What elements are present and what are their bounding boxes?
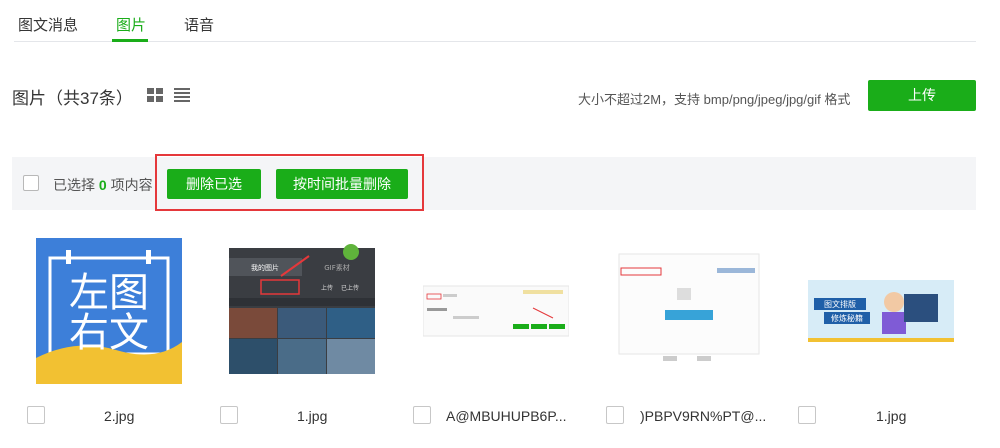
thumb-banner-line2: 修炼秘籍 xyxy=(831,313,863,323)
image-filename: )PBPV9RN%PT@... xyxy=(640,408,767,424)
batch-delete-by-time-button[interactable]: 按时间批量删除 xyxy=(276,169,408,199)
thumb-banner-line1: 图文排版 xyxy=(824,299,856,309)
image-thumbnail[interactable]: 左图 右文 xyxy=(36,238,182,384)
image-checkbox[interactable] xyxy=(27,406,45,424)
thumb-title-line2: 右文 xyxy=(69,310,149,356)
selected-count: 0 xyxy=(98,177,107,193)
image-filename: 1.jpg xyxy=(876,408,907,424)
page-title: 图片（共37条） xyxy=(12,89,133,108)
tab-voice[interactable]: 语音 xyxy=(184,14,214,35)
image-thumbnail[interactable]: 我的图片 GIF素材 上传 已上传 xyxy=(229,238,375,384)
upload-button[interactable]: 上传 xyxy=(868,80,976,111)
thumb-action-label: 上传 xyxy=(321,284,333,292)
image-filename: 1.jpg xyxy=(297,408,328,424)
image-checkbox[interactable] xyxy=(220,406,238,424)
thumb-tab-label: 我的图片 xyxy=(251,263,279,272)
thumb-action-label: 已上传 xyxy=(341,284,359,292)
image-filename: 2.jpg xyxy=(104,408,135,424)
material-tabs: 图文消息 图片 语音 xyxy=(14,0,976,42)
upload-hint: 大小不超过2M，支持 bmp/png/jpeg/jpg/gif 格式 xyxy=(578,92,851,107)
list-view-icon[interactable] xyxy=(174,88,190,102)
image-checkbox[interactable] xyxy=(798,406,816,424)
toolbar: 图片（共37条） 大小不超过2M，支持 bmp/png/jpeg/jpg/gif… xyxy=(12,80,976,112)
image-checkbox[interactable] xyxy=(606,406,624,424)
thumb-tab-label: GIF素材 xyxy=(324,263,350,272)
image-filename: A@MBUHUPB6P... xyxy=(446,408,567,424)
image-thumbnail[interactable] xyxy=(423,238,569,384)
tab-news[interactable]: 图文消息 xyxy=(18,14,78,35)
image-thumbnail[interactable] xyxy=(617,238,763,384)
image-checkbox[interactable] xyxy=(413,406,431,424)
image-thumbnail[interactable]: 图文排版 修炼秘籍 xyxy=(808,238,954,384)
tab-images[interactable]: 图片 xyxy=(116,14,146,35)
selection-bar: 已选择 0 项内容 删除已选 按时间批量删除 xyxy=(12,154,976,211)
active-tab-indicator xyxy=(112,39,148,42)
delete-selected-button[interactable]: 删除已选 xyxy=(167,169,261,199)
select-all-checkbox[interactable] xyxy=(23,175,39,191)
selection-count: 已选择 0 项内容 xyxy=(53,177,153,193)
grid-view-icon[interactable] xyxy=(147,88,163,102)
